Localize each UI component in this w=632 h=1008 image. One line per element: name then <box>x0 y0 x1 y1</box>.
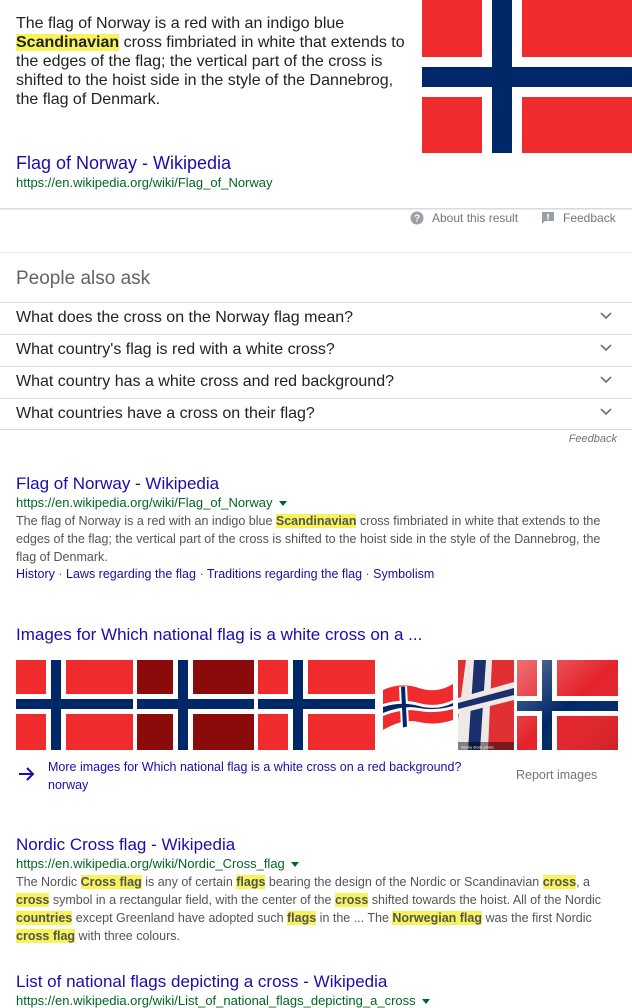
image-thumbnail-2[interactable] <box>137 660 254 750</box>
snippet-text-part: The flag of Norway is a red with an indi… <box>16 15 345 32</box>
desc-text-part: shifted towards the hoist. All of the No… <box>368 893 602 907</box>
desc-highlight: countries <box>16 911 73 925</box>
desc-text-part: except Greenland have adopted such <box>72 911 287 925</box>
report-images-link[interactable]: Report images <box>516 768 597 782</box>
result-url-text: https://en.wikipedia.org/wiki/List_of_na… <box>16 993 416 1008</box>
result-sitelinks: History · Laws regarding the flag · Trad… <box>16 567 434 581</box>
sitelink-symbolism[interactable]: Symbolism <box>373 567 434 581</box>
image-thumbnail-4-waving-flag[interactable] <box>379 660 455 750</box>
section-divider <box>0 252 632 253</box>
result-description: The Nordic Cross flag is any of certain … <box>16 873 616 945</box>
watermark-text: Alamy stock photo <box>461 745 494 750</box>
desc-highlight: Norwegian flag <box>392 911 482 925</box>
norway-flag-image[interactable] <box>422 0 632 153</box>
result-url: https://en.wikipedia.org/wiki/Nordic_Cro… <box>16 856 299 871</box>
sitelink-traditions[interactable]: Traditions regarding the flag <box>207 567 362 581</box>
featured-snippet: The flag of Norway is a red with an indi… <box>0 0 632 208</box>
paa-question-4[interactable]: What countries have a cross on their fla… <box>0 398 632 431</box>
more-images-line1: More images for Which national flag is a… <box>48 760 462 774</box>
about-this-result-label: About this result <box>432 211 519 225</box>
desc-highlight: Cross flag <box>80 875 142 889</box>
result-url: https://en.wikipedia.org/wiki/Flag_of_No… <box>16 495 287 510</box>
result-title-link[interactable]: Flag of Norway - Wikipedia <box>16 474 219 494</box>
paa-question-text: What country's flag is red with a white … <box>16 341 335 358</box>
paa-question-3[interactable]: What country has a white cross and red b… <box>0 366 632 399</box>
desc-text-part: bearing the design of the Nordic or Scan… <box>265 875 543 889</box>
image-thumbnail-3[interactable] <box>258 660 375 750</box>
url-options-caret-icon[interactable] <box>290 862 299 868</box>
more-images-link[interactable]: More images for Which national flag is a… <box>48 758 488 794</box>
people-also-ask-heading: People also ask <box>16 268 151 289</box>
snippet-highlight: Scandinavian <box>16 34 120 51</box>
sitelink-separator: · <box>195 567 207 581</box>
image-thumbnail-5-fabric-flag[interactable]: Alamy stock photo <box>458 660 514 750</box>
desc-text-part: , a <box>576 875 590 889</box>
result-title-link[interactable]: Nordic Cross flag - Wikipedia <box>16 835 235 855</box>
image-thumbnail-6[interactable] <box>517 660 618 750</box>
chevron-down-icon <box>600 376 612 384</box>
result-url-text: https://en.wikipedia.org/wiki/Flag_of_No… <box>16 495 273 510</box>
desc-highlight: cross <box>542 875 577 889</box>
sitelink-laws[interactable]: Laws regarding the flag <box>66 567 196 581</box>
help-icon: ? <box>410 211 424 225</box>
chevron-down-icon <box>600 312 612 320</box>
desc-text-part: with three colours. <box>75 929 180 943</box>
result-url: https://en.wikipedia.org/wiki/List_of_na… <box>16 993 430 1008</box>
image-strip: Alamy stock photo <box>16 660 618 750</box>
desc-text-part: symbol in a rectangular field, with the … <box>49 893 335 907</box>
desc-text-part: The Nordic <box>16 875 81 889</box>
images-section-title-link[interactable]: Images for Which national flag is a whit… <box>16 625 422 645</box>
svg-text:?: ? <box>414 214 420 225</box>
url-options-caret-icon[interactable] <box>278 501 287 507</box>
paa-question-text: What does the cross on the Norway flag m… <box>16 309 354 326</box>
featured-snippet-text: The flag of Norway is a red with an indi… <box>16 14 406 109</box>
about-this-result[interactable]: ? About this result <box>410 211 518 225</box>
result-title-link[interactable]: List of national flags depicting a cross… <box>16 972 387 992</box>
paa-question-1[interactable]: What does the cross on the Norway flag m… <box>0 302 632 335</box>
more-images-line2: norway <box>48 778 89 792</box>
sitelink-separator: · <box>362 567 374 581</box>
desc-highlight: cross flag <box>16 929 76 943</box>
feedback-button[interactable]: Feedback <box>541 211 616 225</box>
paa-feedback-link[interactable]: Feedback <box>569 433 617 445</box>
desc-highlight: flags <box>287 911 317 925</box>
result-description: The flag of Norway is a red with an indi… <box>16 512 616 566</box>
paa-bottom-border <box>0 429 632 430</box>
feedback-icon <box>542 212 554 224</box>
image-thumbnail-1[interactable] <box>16 660 133 750</box>
featured-result-url: https://en.wikipedia.org/wiki/Flag_of_No… <box>16 175 273 190</box>
paa-question-2[interactable]: What country's flag is red with a white … <box>0 334 632 367</box>
sitelink-history[interactable]: History <box>16 567 55 581</box>
desc-text-part: The flag of Norway is a red with an indi… <box>16 514 276 528</box>
paa-question-text: What country has a white cross and red b… <box>16 373 394 390</box>
desc-text-part: is any of certain <box>141 875 237 889</box>
desc-highlight: cross <box>334 893 369 907</box>
sitelink-separator: · <box>54 567 67 581</box>
desc-text-part: was the first Nordic <box>481 911 592 925</box>
desc-highlight: Scandinavian <box>275 514 357 528</box>
featured-result-title-link[interactable]: Flag of Norway - Wikipedia <box>16 153 231 174</box>
desc-highlight: flags <box>236 875 266 889</box>
result-url-text: https://en.wikipedia.org/wiki/Nordic_Cro… <box>16 856 285 871</box>
feedback-label: Feedback <box>563 211 616 225</box>
paa-question-text: What countries have a cross on their fla… <box>16 405 315 422</box>
chevron-down-icon <box>600 408 612 416</box>
desc-text-part: in the ... The <box>316 911 393 925</box>
arrow-right-icon[interactable] <box>18 766 36 782</box>
chevron-down-icon <box>600 344 612 352</box>
desc-highlight: cross <box>16 893 50 907</box>
